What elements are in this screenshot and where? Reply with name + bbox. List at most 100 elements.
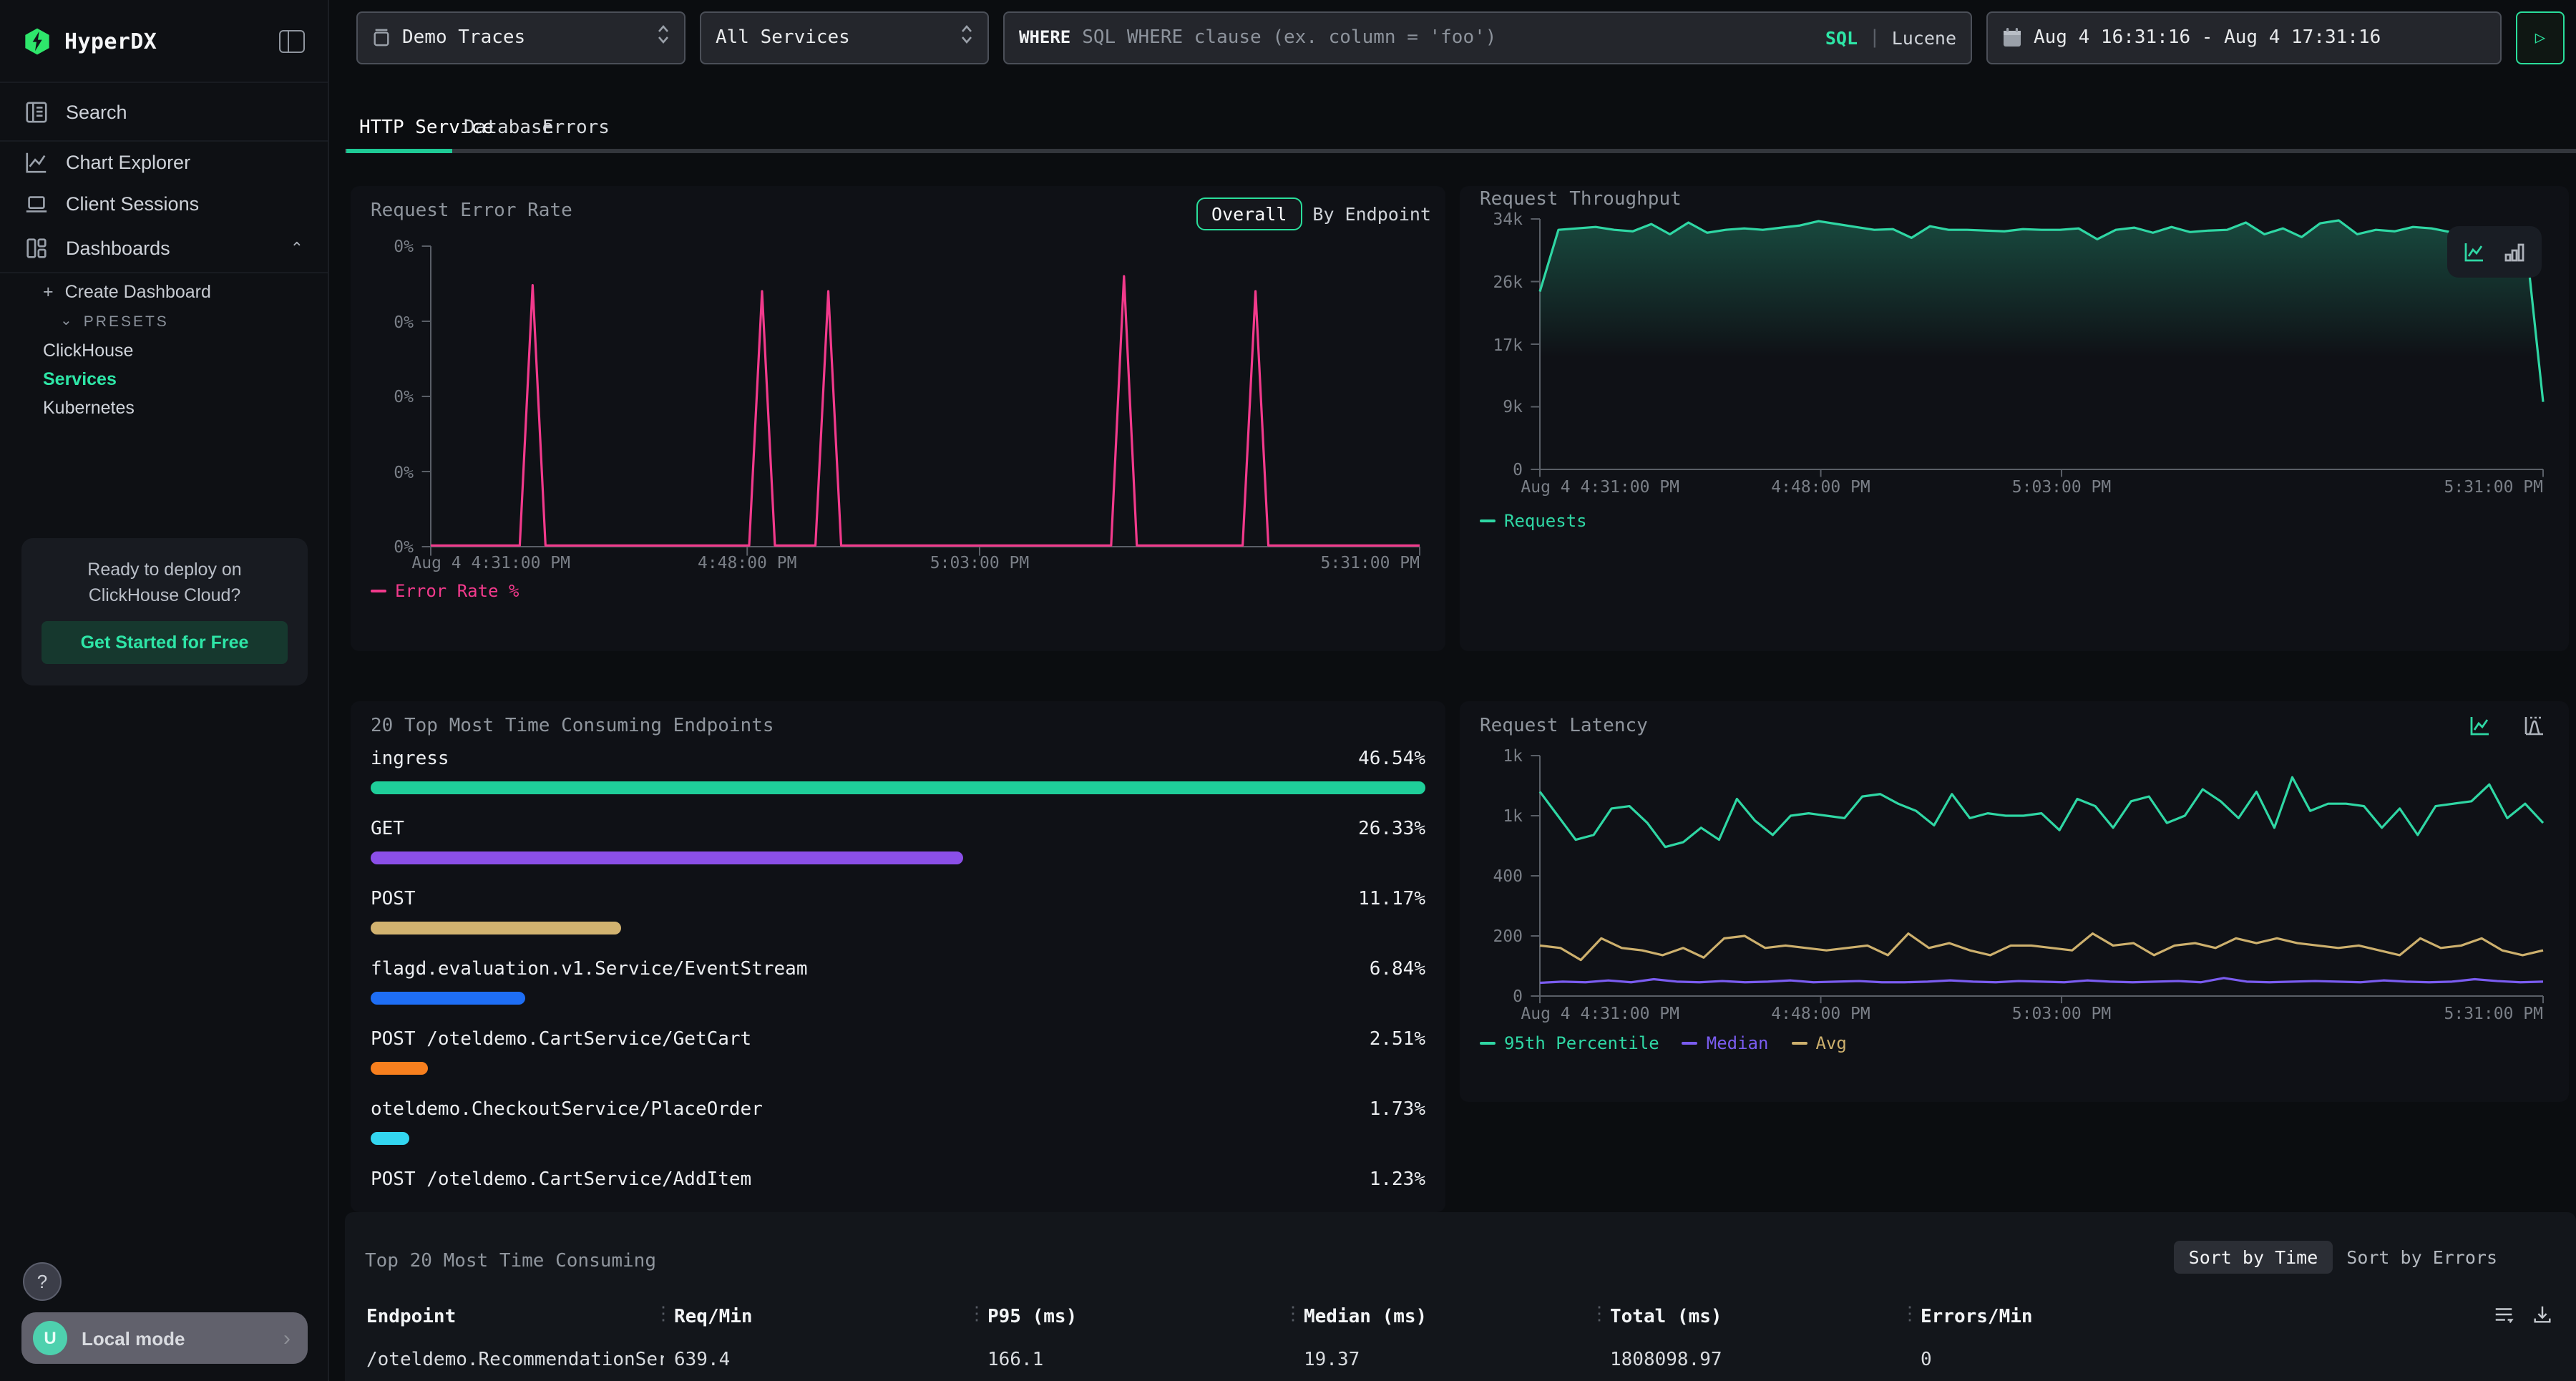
chart-type-toggle xyxy=(2447,226,2542,278)
endpoints-list: ingress 46.54% GET 26.33% xyxy=(371,748,1425,1212)
error-rate-card: Request Error Rate Overall By Endpoint 0… xyxy=(351,186,1445,651)
endpoint-row[interactable]: flagd.evaluation.v1.Service/EventStream … xyxy=(371,959,1425,1005)
column-resize-handle[interactable]: ⋮ xyxy=(654,1304,673,1325)
service-select[interactable]: All Services xyxy=(700,11,989,64)
search-placeholder: SQL WHERE clause (ex. column = 'foo') xyxy=(1082,26,1814,48)
topbar: Demo Traces All Services WHERE SQL WHERE… xyxy=(329,0,2576,74)
col-errors-min[interactable]: Errors/Min xyxy=(1921,1307,2033,1328)
row-options-icon[interactable] xyxy=(2493,1304,2514,1331)
col-req-min[interactable]: Req/Min xyxy=(674,1307,753,1328)
where-label: WHERE xyxy=(1019,27,1070,47)
bar-chart-icon[interactable] xyxy=(2503,240,2526,263)
endpoint-label: ingress xyxy=(371,748,449,770)
cell-req-min: 639.4 xyxy=(674,1350,730,1371)
column-resize-handle[interactable]: ⋮ xyxy=(1284,1304,1302,1325)
endpoint-percent: 1.73% xyxy=(1370,1099,1425,1121)
endpoint-bar xyxy=(371,781,1425,794)
endpoint-label: POST /oteldemo.CartService/AddItem xyxy=(371,1169,751,1191)
sidebar-item-dashboards[interactable]: Dashboards ⌃ xyxy=(0,225,328,273)
sidebar-item-label: Client Sessions xyxy=(66,193,199,215)
cell-errors-min: 0 xyxy=(1921,1350,1932,1371)
run-query-button[interactable]: ▷ xyxy=(2516,11,2565,64)
col-total[interactable]: Total (ms) xyxy=(1610,1307,1722,1328)
cell-median: 19.37 xyxy=(1304,1350,1360,1371)
presets-group-toggle[interactable]: ⌄ PRESETS xyxy=(43,306,328,336)
plot-area[interactable] xyxy=(1540,756,2543,996)
column-resize-handle[interactable]: ⋮ xyxy=(1590,1304,1609,1325)
line-chart-icon[interactable] xyxy=(2469,714,2492,737)
laptop-icon xyxy=(24,192,49,216)
plus-icon: + xyxy=(43,281,54,301)
histogram-icon[interactable] xyxy=(2523,714,2546,737)
sort-by-time-button[interactable]: Sort by Time xyxy=(2175,1241,2333,1274)
endpoint-row[interactable]: GET 26.33% xyxy=(371,819,1425,864)
endpoint-percent: 2.51% xyxy=(1370,1029,1425,1050)
y-axis-labels: 1k1k4002000 xyxy=(1477,756,1531,996)
tab-database[interactable]: Database xyxy=(464,117,553,139)
line-chart-icon[interactable] xyxy=(2463,240,2486,263)
select-chevrons-icon xyxy=(657,24,670,50)
endpoint-row[interactable]: POST 11.17% xyxy=(371,889,1425,935)
endpoint-label: oteldemo.CheckoutService/PlaceOrder xyxy=(371,1099,763,1121)
local-mode-button[interactable]: U Local mode › xyxy=(21,1312,308,1364)
top-time-consuming-table: Top 20 Most Time Consuming Sort by Time … xyxy=(345,1212,2576,1381)
chevron-down-icon: ⌄ xyxy=(60,313,72,329)
endpoint-row[interactable]: POST /oteldemo.CartService/AddItem 1.23% xyxy=(371,1169,1425,1212)
endpoint-row[interactable]: oteldemo.CheckoutService/PlaceOrder 1.73… xyxy=(371,1099,1425,1145)
col-median[interactable]: Median (ms) xyxy=(1304,1307,1427,1328)
hyperdx-logo-icon xyxy=(23,26,52,55)
col-endpoint[interactable]: Endpoint xyxy=(366,1307,456,1328)
clickhouse-cloud-promo: Ready to deploy on ClickHouse Cloud? Get… xyxy=(21,538,308,685)
overall-toggle[interactable]: Overall xyxy=(1196,197,1302,230)
endpoint-row[interactable]: POST /oteldemo.CartService/GetCart 2.51% xyxy=(371,1029,1425,1075)
tab-underline-track xyxy=(345,149,2576,153)
download-icon[interactable] xyxy=(2532,1304,2553,1331)
card-title: Request Throughput xyxy=(1480,189,1682,210)
x-axis-labels: Aug 4 4:31:00 PM4:48:00 PM5:03:00 PM5:31… xyxy=(431,552,1420,575)
tab-errors[interactable]: Errors xyxy=(542,117,610,139)
col-p95[interactable]: P95 (ms) xyxy=(987,1307,1077,1328)
search-input[interactable]: WHERE SQL WHERE clause (ex. column = 'fo… xyxy=(1003,11,1972,64)
column-resize-handle[interactable]: ⋮ xyxy=(967,1304,986,1325)
panel-title: 20 Top Most Time Consuming Endpoints xyxy=(371,716,774,737)
card-title: Request Error Rate xyxy=(371,200,572,222)
cell-endpoint[interactable]: /oteldemo.RecommendationServ xyxy=(366,1350,664,1371)
sidebar: HyperDX Search Chart Explorer xyxy=(0,0,329,1381)
chevron-up-icon[interactable]: ⌃ xyxy=(291,239,303,258)
endpoint-bar xyxy=(371,1132,409,1145)
source-select[interactable]: Demo Traces xyxy=(356,11,686,64)
sort-by-errors-button[interactable]: Sort by Errors xyxy=(2332,1241,2512,1274)
hyperdx-app: HyperDX Search Chart Explorer xyxy=(0,0,2576,1381)
plot-area[interactable] xyxy=(431,246,1420,547)
sidebar-item-client-sessions[interactable]: Client Sessions xyxy=(0,183,328,225)
cell-p95: 166.1 xyxy=(987,1350,1043,1371)
sidebar-item-services[interactable]: Services xyxy=(43,365,328,394)
chevron-right-icon: › xyxy=(283,1326,291,1350)
endpoint-row[interactable]: ingress 46.54% xyxy=(371,748,1425,794)
x-axis-labels: Aug 4 4:31:00 PM4:48:00 PM5:03:00 PM5:31… xyxy=(1540,477,2543,499)
tab-active-indicator xyxy=(346,149,452,153)
sidebar-item-label: Dashboards xyxy=(66,238,170,259)
date-range-picker[interactable]: Aug 4 16:31:16 - Aug 4 17:31:16 xyxy=(1986,11,2502,64)
help-button[interactable]: ? xyxy=(23,1262,62,1301)
app-title: HyperDX xyxy=(64,28,279,54)
by-endpoint-toggle[interactable]: By Endpoint xyxy=(1312,203,1431,225)
sidebar-item-kubernetes[interactable]: Kubernetes xyxy=(43,394,328,422)
create-dashboard-button[interactable]: + Create Dashboard xyxy=(43,276,328,306)
sidebar-item-label: Chart Explorer xyxy=(66,152,190,173)
get-started-button[interactable]: Get Started for Free xyxy=(42,621,288,664)
endpoint-percent: 46.54% xyxy=(1358,748,1425,770)
search-doc-icon xyxy=(24,99,49,124)
sql-mode-toggle[interactable]: SQL xyxy=(1825,26,1858,48)
latency-chart: 1k1k4002000 xyxy=(1477,756,2552,996)
sidebar-item-chart-explorer[interactable]: Chart Explorer xyxy=(0,142,328,183)
sidebar-item-clickhouse[interactable]: ClickHouse xyxy=(43,336,328,365)
column-resize-handle[interactable]: ⋮ xyxy=(1901,1304,1919,1325)
endpoint-bar xyxy=(371,1062,428,1075)
play-icon: ▷ xyxy=(2535,27,2545,47)
top-endpoints-panel: 20 Top Most Time Consuming Endpoints ing… xyxy=(351,701,1445,1212)
sidebar-item-search[interactable]: Search xyxy=(0,83,328,142)
plot-area[interactable] xyxy=(1540,219,2543,469)
collapse-sidebar-icon[interactable] xyxy=(279,29,305,52)
lucene-mode-toggle[interactable]: Lucene xyxy=(1892,26,1956,48)
